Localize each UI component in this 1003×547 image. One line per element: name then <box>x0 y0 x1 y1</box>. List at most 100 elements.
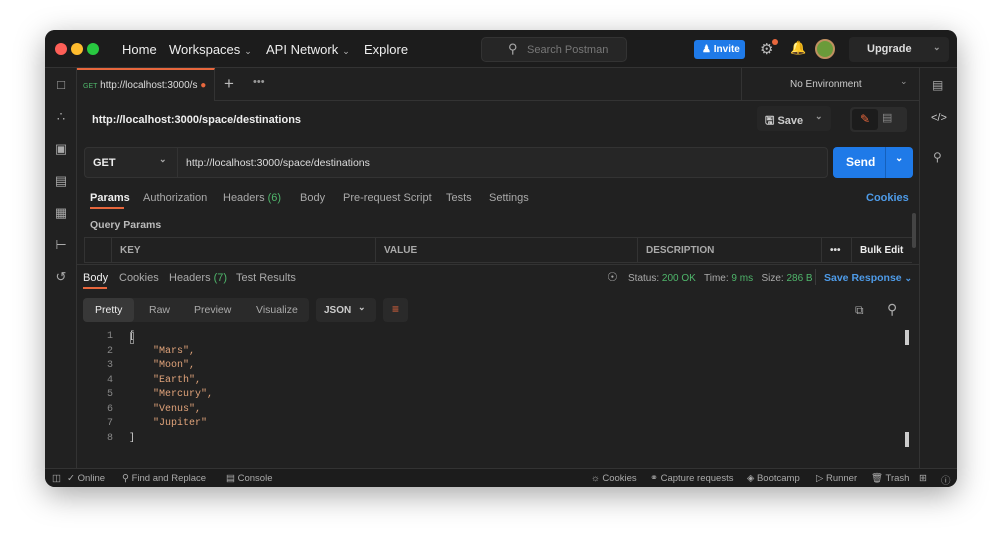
save-button[interactable]: 🖫 Save ⌄ <box>757 106 831 131</box>
monitors-icon[interactable]: ▦ <box>53 205 69 221</box>
more-options-icon[interactable]: ••• <box>822 237 852 263</box>
comments-icon[interactable]: ▤ <box>882 111 892 124</box>
view-pretty[interactable]: Pretty <box>83 298 135 322</box>
right-sidebar: ▤ </> ⚲ <box>919 68 957 468</box>
tab-settings[interactable]: Settings <box>489 192 529 204</box>
params-scrollbar[interactable] <box>912 213 916 248</box>
apis-icon[interactable]: ∴ <box>53 109 69 125</box>
bootcamp-button[interactable]: ◈ Bootcamp <box>747 473 800 484</box>
view-preview[interactable]: Preview <box>182 298 243 322</box>
lightbulb-icon[interactable]: ⚲ <box>933 150 942 164</box>
tab-label: Headers <box>223 192 265 204</box>
bulk-edit-button[interactable]: Bulk Edit <box>852 237 912 263</box>
avatar[interactable] <box>815 39 835 59</box>
toggle-sidebar-icon[interactable]: ◫ <box>52 473 61 484</box>
history-icon[interactable]: ↺ <box>53 269 69 285</box>
online-label: Online <box>77 473 106 484</box>
notification-dot <box>772 39 778 45</box>
request-tab[interactable]: GET http://localhost:3000/s ● <box>77 68 215 101</box>
nav-explore[interactable]: Explore <box>364 42 408 57</box>
response-tab-body[interactable]: Body <box>83 272 108 284</box>
tab-params[interactable]: Params <box>90 192 130 204</box>
copy-icon[interactable]: ⧉ <box>855 303 864 318</box>
chevron-down-icon[interactable]: ⌄ <box>895 153 903 164</box>
response-tab-cookies[interactable]: Cookies <box>119 272 159 284</box>
response-tab-test-results[interactable]: Test Results <box>236 272 296 284</box>
find-and-replace[interactable]: ⚲ Find and Replace <box>122 473 206 484</box>
cookies-link[interactable]: Cookies <box>866 192 909 204</box>
line-number: 2 <box>106 345 113 357</box>
layout-icon[interactable]: ⊞ <box>919 473 927 484</box>
active-tab-indicator <box>83 287 107 289</box>
view-raw[interactable]: Raw <box>137 298 182 322</box>
editor-scrollbar-bottom[interactable] <box>905 432 909 447</box>
code-line: 1[ <box>45 331 905 345</box>
view-visualize[interactable]: Visualize <box>244 298 310 322</box>
tab-label: Headers <box>169 272 211 284</box>
response-tab-headers[interactable]: Headers (7) <box>169 272 227 284</box>
capture-label: Capture requests <box>660 473 734 484</box>
collections-icon[interactable]: □ <box>53 77 69 93</box>
console-label: Console <box>237 473 273 484</box>
tab-pre-request-script[interactable]: Pre-request Script <box>343 192 432 204</box>
size-value[interactable]: 286 B <box>786 273 812 284</box>
send-button[interactable]: Send ⌄ <box>833 147 913 178</box>
save-response-button[interactable]: Save Response ⌄ <box>824 272 912 284</box>
nav-workspaces[interactable]: Workspaces ⌄ <box>169 42 252 57</box>
close-window-button[interactable] <box>55 43 67 55</box>
pane-divider[interactable] <box>77 264 919 265</box>
tab-body[interactable]: Body <box>300 192 325 204</box>
capture-requests-button[interactable]: ⚭ Capture requests <box>650 473 733 484</box>
edit-pencil-icon[interactable]: ✎ <box>852 109 878 130</box>
active-tab-indicator <box>90 207 124 209</box>
globe-icon[interactable]: ☉ <box>607 270 618 284</box>
nav-home[interactable]: Home <box>122 42 157 57</box>
tab-method: GET <box>83 83 98 90</box>
status-value[interactable]: 200 OK <box>662 273 696 284</box>
flows-icon[interactable]: ⊢ <box>53 237 69 253</box>
url-input[interactable]: http://localhost:3000/space/destinations <box>186 157 370 169</box>
unsaved-dot-icon: ● <box>200 80 207 91</box>
online-status[interactable]: ✓ Online <box>67 473 105 484</box>
upgrade-button[interactable]: Upgrade ⌄ <box>849 37 949 62</box>
search-icon: ⚲ <box>508 41 518 56</box>
minimize-window-button[interactable] <box>71 43 83 55</box>
search-input[interactable]: ⚲ Search Postman <box>481 37 627 62</box>
wrap-lines-icon[interactable]: ≡ <box>383 298 408 322</box>
chevron-down-icon[interactable]: ⌄ <box>933 42 941 53</box>
add-user-icon: ♟ <box>702 44 714 55</box>
cookies-button[interactable]: ☼ Cookies <box>591 473 637 484</box>
editor-scrollbar-top[interactable] <box>905 330 909 345</box>
tab-tests[interactable]: Tests <box>446 192 472 204</box>
column-description: DESCRIPTION <box>638 237 822 263</box>
environment-select[interactable]: No Environment ⌄ <box>741 68 919 101</box>
search-response-icon[interactable]: ⚲ <box>887 301 897 318</box>
time-value[interactable]: 9 ms <box>731 273 753 284</box>
runner-button[interactable]: ▷ Runner <box>816 473 857 484</box>
bell-icon[interactable]: 🔔 <box>790 40 806 56</box>
find-label: Find and Replace <box>131 473 207 484</box>
tab-authorization[interactable]: Authorization <box>143 192 207 204</box>
help-icon[interactable]: ⓘ <box>941 473 951 487</box>
code-icon[interactable]: </> <box>931 112 947 124</box>
maximize-window-button[interactable] <box>87 43 99 55</box>
chevron-down-icon: ⌄ <box>159 154 167 164</box>
invite-label: Invite <box>713 44 740 55</box>
chevron-down-icon[interactable]: ⌄ <box>815 111 823 122</box>
environment-quick-look-icon[interactable]: ▤ <box>932 78 943 92</box>
invite-button[interactable]: ♟ Invite <box>694 40 745 59</box>
tab-headers[interactable]: Headers (6) <box>223 192 281 204</box>
more-tabs-icon[interactable]: ••• <box>253 76 265 88</box>
environments-icon[interactable]: ▣ <box>53 141 69 157</box>
runner-label: Runner <box>825 473 858 484</box>
upgrade-label: Upgrade <box>867 43 912 55</box>
mock-servers-icon[interactable]: ▤ <box>53 173 69 189</box>
new-tab-plus-icon[interactable]: + <box>224 74 234 94</box>
nav-api-network[interactable]: API Network ⌄ <box>266 42 350 57</box>
console-button[interactable]: ▤ Console <box>226 473 272 484</box>
format-select[interactable]: JSON ⌄ <box>316 298 376 322</box>
method-select[interactable]: GET ⌄ <box>85 148 178 177</box>
trash-button[interactable]: 🗑 Trash <box>871 473 909 484</box>
request-name[interactable]: http://localhost:3000/space/destinations <box>92 114 301 126</box>
code-line: 2 "Mars", <box>45 346 905 360</box>
